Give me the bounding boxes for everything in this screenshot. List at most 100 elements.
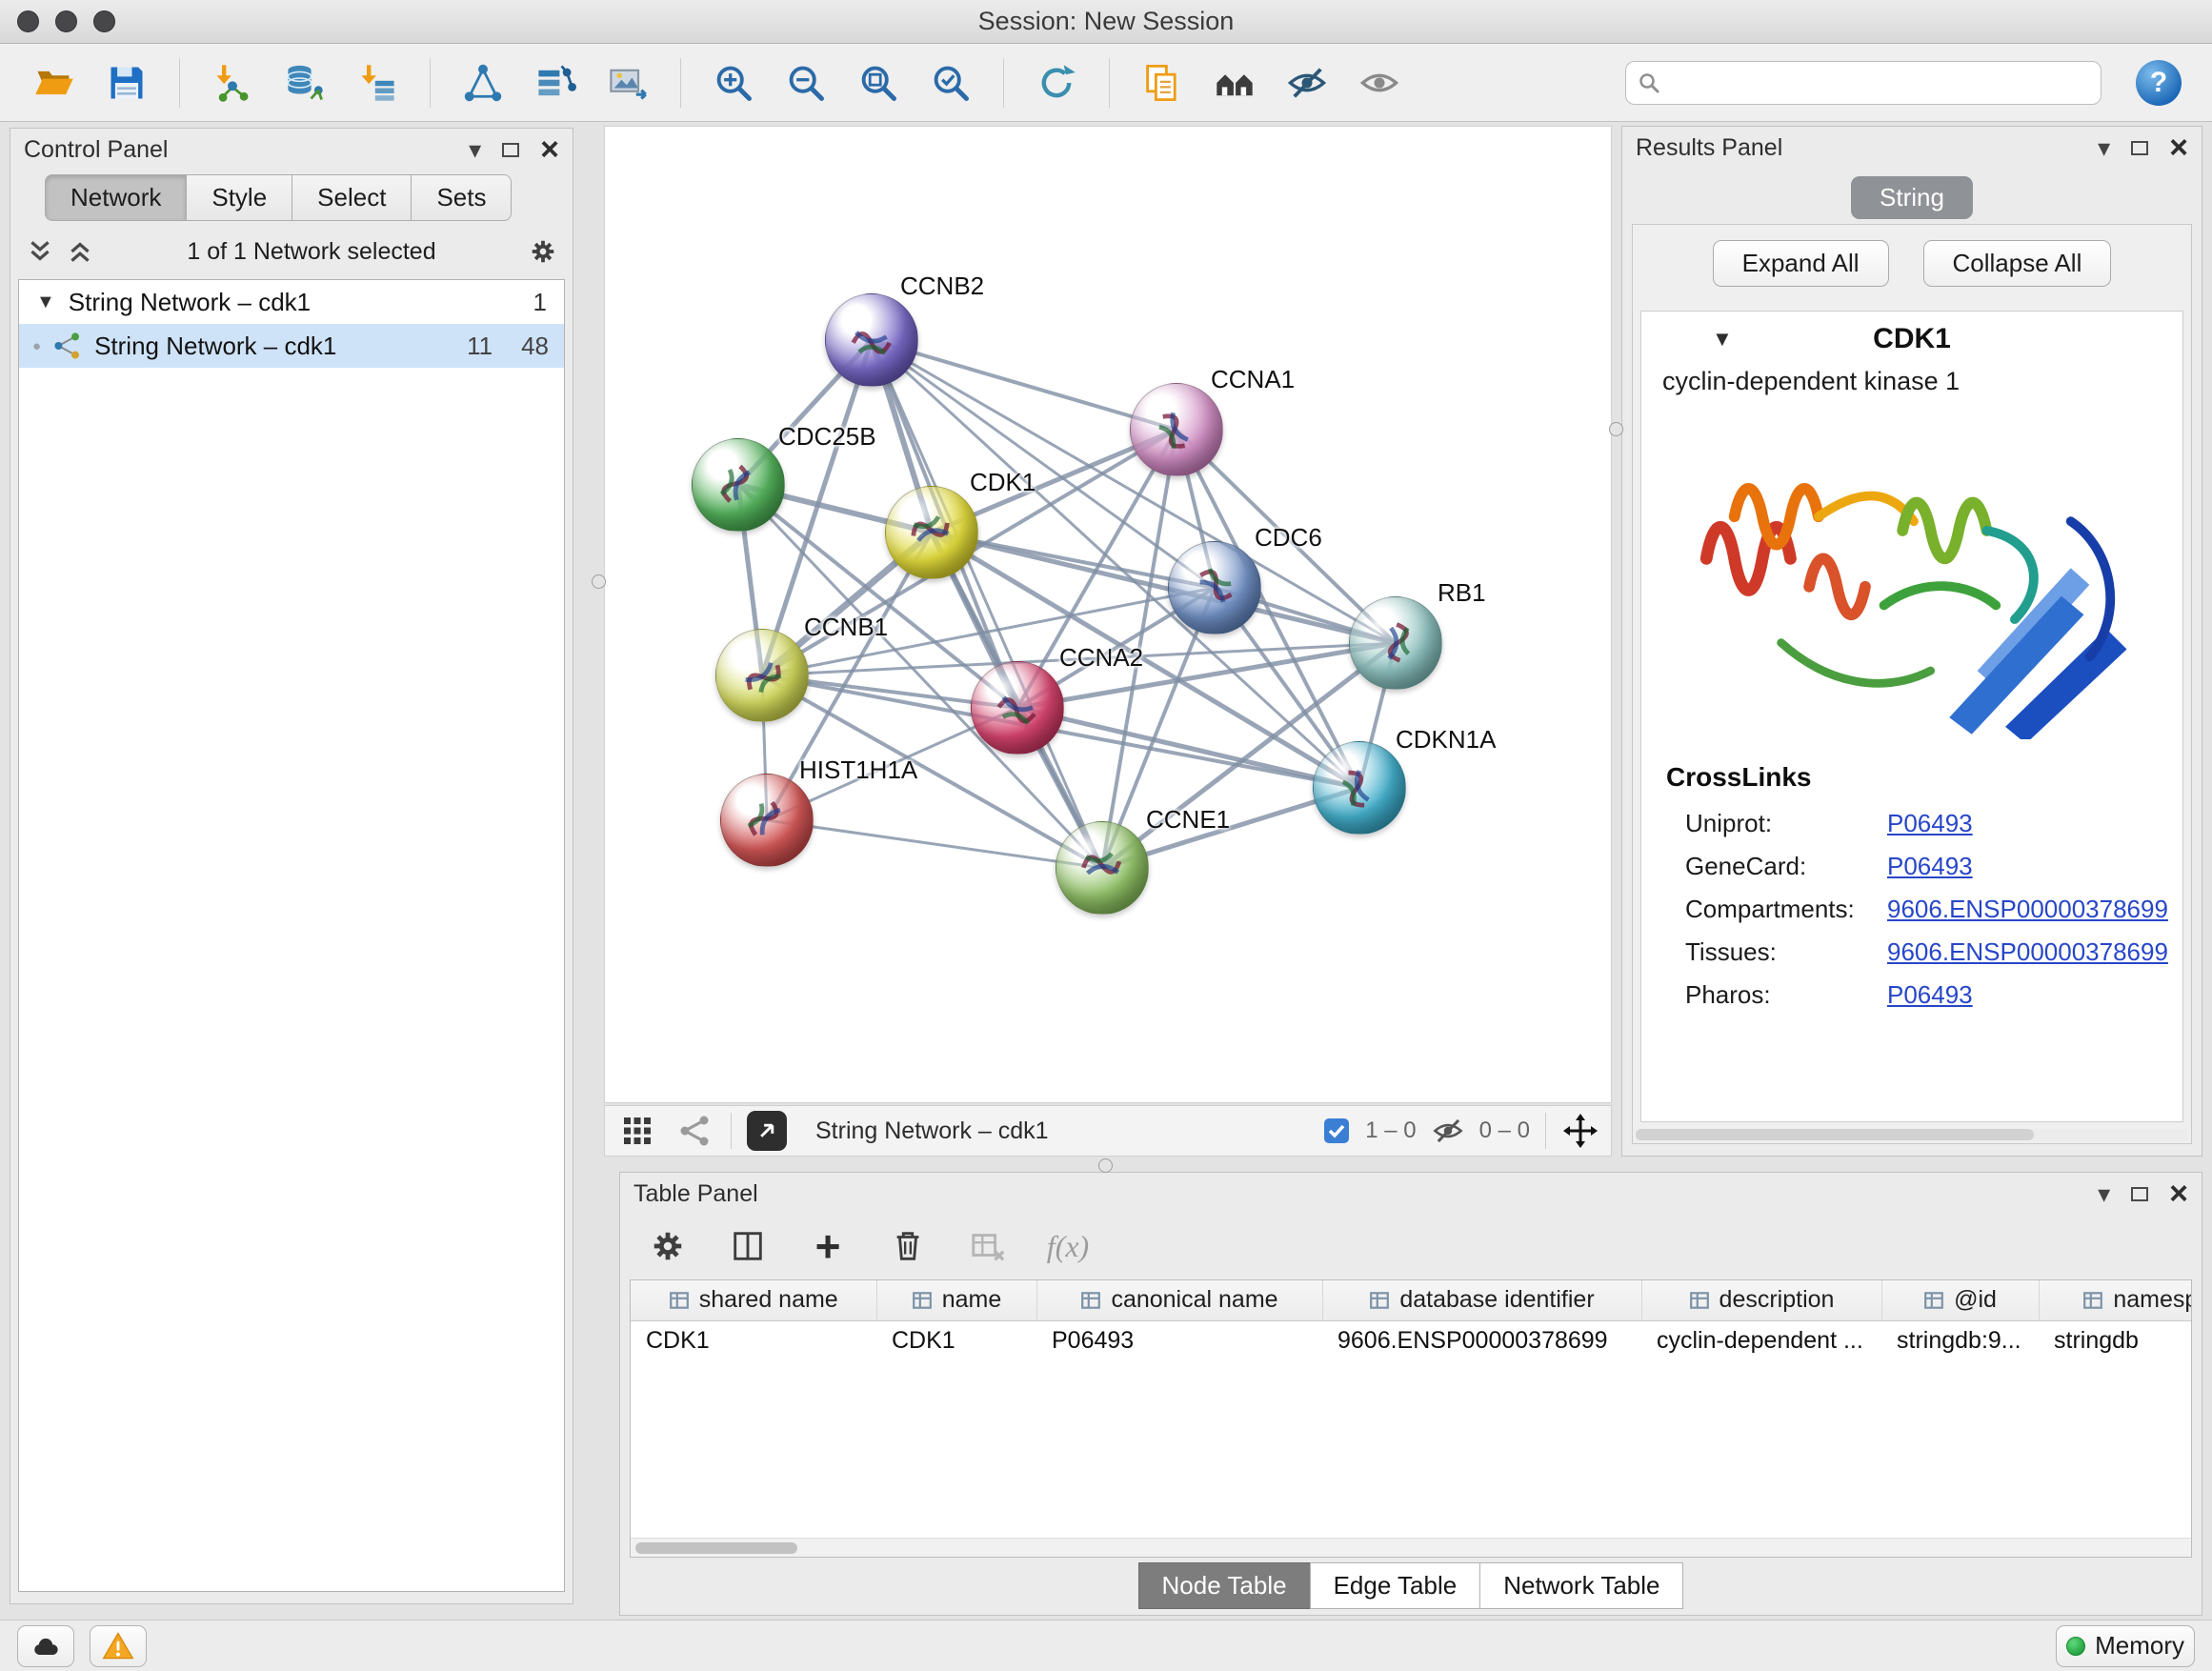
scrollbar-thumb[interactable] <box>635 1542 797 1554</box>
control-panel-close-button[interactable]: × <box>540 133 559 166</box>
gear-icon[interactable] <box>529 237 557 266</box>
show-columns-button[interactable] <box>727 1225 769 1267</box>
tab-string[interactable]: String <box>1851 176 1973 219</box>
new-network-button[interactable] <box>453 53 513 112</box>
memory-button[interactable]: Memory <box>2056 1625 2195 1667</box>
tree-expand-icon[interactable]: ▼ <box>36 292 55 313</box>
network-node-CCNE1[interactable] <box>1056 821 1149 915</box>
refresh-button[interactable] <box>1027 53 1086 112</box>
import-network-file-button[interactable] <box>203 53 262 112</box>
tab-network-table[interactable]: Network Table <box>1479 1562 1683 1609</box>
column-header-name[interactable]: name <box>876 1280 1036 1320</box>
warnings-button[interactable] <box>90 1625 147 1667</box>
network-edge-CCNB2-CCNE1[interactable] <box>872 340 1102 868</box>
control-panel-collapse-button[interactable]: ▾ <box>469 137 481 162</box>
crosslink-link-tissues[interactable]: 9606.ENSP00000378699 <box>1887 937 2168 967</box>
crosslink-link-compartments[interactable]: 9606.ENSP00000378699 <box>1887 895 2168 924</box>
import-network-database-button[interactable] <box>275 53 334 112</box>
network-node-CCNA2[interactable] <box>971 661 1064 755</box>
table-row[interactable]: CDK1 CDK1 P06493 9606.ENSP00000378699 cy… <box>631 1320 2192 1360</box>
tab-network[interactable]: Network <box>45 174 186 221</box>
open-session-button[interactable] <box>25 53 84 112</box>
collapse-all-button[interactable]: Collapse All <box>1923 240 2112 287</box>
network-row[interactable]: ● String Network – cdk1 11 48 <box>19 324 564 368</box>
birdseye-view-button[interactable] <box>616 1110 658 1152</box>
window-close-button[interactable] <box>17 10 39 32</box>
network-edge-CCNE1-HIST1H1A[interactable] <box>767 820 1102 868</box>
export-image-button[interactable] <box>598 53 657 112</box>
cell-name[interactable]: CDK1 <box>876 1320 1036 1360</box>
results-horizontal-scrollbar[interactable] <box>1636 1129 2188 1140</box>
expand-all-button[interactable]: Expand All <box>1713 240 1889 287</box>
tab-edge-table[interactable]: Edge Table <box>1310 1562 1480 1609</box>
column-header-shared-name[interactable]: shared name <box>631 1280 876 1320</box>
table-horizontal-scrollbar[interactable] <box>631 1538 2191 1557</box>
network-node-CDKN1A[interactable] <box>1313 741 1406 835</box>
window-zoom-button[interactable] <box>93 10 115 32</box>
network-from-table-button[interactable] <box>526 53 585 112</box>
table-options-button[interactable] <box>647 1225 689 1267</box>
cloud-button[interactable] <box>17 1625 74 1667</box>
zoom-in-button[interactable] <box>704 53 763 112</box>
cell-shared-name[interactable]: CDK1 <box>631 1320 876 1360</box>
toolbar-search[interactable] <box>1625 61 2101 105</box>
column-header-id[interactable]: @id <box>1881 1280 2039 1320</box>
network-node-RB1[interactable] <box>1349 596 1442 690</box>
results-panel-float-button[interactable] <box>2131 141 2148 155</box>
cell-canonical-name[interactable]: P06493 <box>1036 1320 1322 1360</box>
column-header-namespace[interactable]: namespac <box>2039 1280 2192 1320</box>
delete-table-button-disabled[interactable] <box>967 1225 1009 1267</box>
protein-card-collapse-icon[interactable]: ▼ <box>1712 327 1733 352</box>
column-header-description[interactable]: description <box>1641 1280 1881 1320</box>
column-header-canonical-name[interactable]: canonical name <box>1036 1280 1322 1320</box>
delete-column-button[interactable] <box>887 1225 929 1267</box>
tab-select[interactable]: Select <box>292 174 411 221</box>
cell-description[interactable]: cyclin-dependent ... <box>1641 1320 1881 1360</box>
network-edge-CDK1-RB1[interactable] <box>932 533 1396 643</box>
crosslink-link-genecard[interactable]: P06493 <box>1887 852 1973 881</box>
control-panel-float-button[interactable] <box>502 143 519 157</box>
create-column-button[interactable]: + <box>807 1225 849 1267</box>
cell-database-identifier[interactable]: 9606.ENSP00000378699 <box>1322 1320 1641 1360</box>
splitter-handle[interactable] <box>1609 422 1623 436</box>
network-collection-row[interactable]: ▼ String Network – cdk1 1 <box>19 280 564 324</box>
collapse-all-chevrons-icon[interactable] <box>26 237 54 266</box>
search-input[interactable] <box>1670 68 2089 97</box>
hide-selection-button[interactable] <box>1277 53 1337 112</box>
pan-crosshair-icon[interactable] <box>1561 1112 1599 1150</box>
table-panel-float-button[interactable] <box>2131 1187 2148 1201</box>
crosslink-link-pharos[interactable]: P06493 <box>1887 980 1973 1010</box>
cell-namespace[interactable]: stringdb <box>2039 1320 2192 1360</box>
expand-all-chevrons-icon[interactable] <box>66 237 94 266</box>
copy-button[interactable] <box>1133 53 1192 112</box>
tab-node-table[interactable]: Node Table <box>1138 1562 1310 1609</box>
network-node-CCNA1[interactable] <box>1130 383 1223 476</box>
zoom-out-button[interactable] <box>776 53 835 112</box>
network-node-CCNB1[interactable] <box>715 629 809 722</box>
network-node-CCNB2[interactable] <box>825 293 918 387</box>
houses-button[interactable] <box>1205 53 1264 112</box>
network-canvas[interactable]: CCNB2CCNA1CDC25BCDK1CDC6RB1CCNB1CCNA2CDK… <box>604 126 1612 1103</box>
tab-style[interactable]: Style <box>186 174 292 221</box>
tab-sets[interactable]: Sets <box>411 174 512 221</box>
network-node-CDC6[interactable] <box>1168 541 1261 634</box>
help-button[interactable]: ? <box>2136 60 2182 106</box>
crosslink-link-uniprot[interactable]: P06493 <box>1887 809 1973 838</box>
splitter-handle[interactable] <box>1098 1158 1113 1173</box>
cell-id[interactable]: stringdb:9... <box>1881 1320 2039 1360</box>
share-network-button[interactable] <box>674 1110 715 1152</box>
open-in-new-window-button[interactable] <box>747 1111 787 1151</box>
function-builder-button-disabled[interactable]: f(x) <box>1047 1225 1089 1267</box>
window-minimize-button[interactable] <box>55 10 77 32</box>
table-panel-collapse-button[interactable]: ▾ <box>2098 1181 2110 1206</box>
hidden-eye-slash-icon[interactable] <box>1432 1115 1464 1147</box>
network-node-CDC25B[interactable] <box>692 438 785 532</box>
zoom-selected-button[interactable] <box>921 53 980 112</box>
import-table-file-button[interactable] <box>348 53 407 112</box>
results-panel-close-button[interactable]: × <box>2169 131 2188 164</box>
scrollbar-thumb[interactable] <box>1636 1129 2034 1140</box>
splitter-handle[interactable] <box>592 574 606 589</box>
selected-checkbox-icon[interactable] <box>1323 1117 1350 1144</box>
network-node-HIST1H1A[interactable] <box>720 774 814 867</box>
column-header-database-identifier[interactable]: database identifier <box>1322 1280 1641 1320</box>
